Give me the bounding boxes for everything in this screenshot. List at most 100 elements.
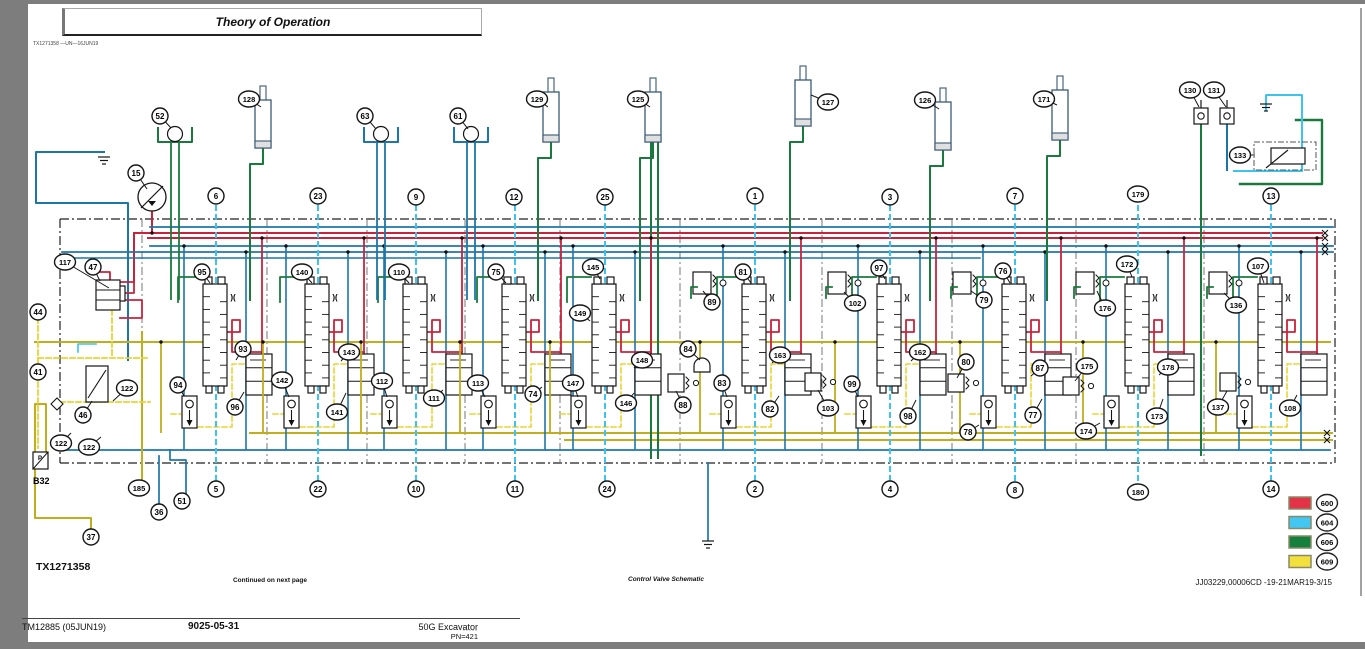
callout-24: 24 <box>599 481 615 497</box>
callout-88: 88 <box>675 397 691 413</box>
legend-item-600: 600 <box>1289 495 1338 512</box>
callout-95: 95 <box>194 264 210 280</box>
callout-63: 63 <box>357 108 373 124</box>
svg-text:13: 13 <box>1267 192 1276 201</box>
svg-text:82: 82 <box>766 405 775 414</box>
svg-text:140: 140 <box>296 268 309 277</box>
svg-text:)(: )( <box>230 293 236 302</box>
svg-text:178: 178 <box>1162 363 1175 372</box>
callout-96: 96 <box>227 399 243 415</box>
svg-text:143: 143 <box>343 348 356 357</box>
svg-text:7: 7 <box>1013 192 1018 201</box>
b32-label: B32 <box>33 476 50 486</box>
callout-142: 142 <box>272 372 293 388</box>
svg-text:122: 122 <box>55 439 68 448</box>
callout-83: 83 <box>714 375 730 391</box>
svg-text:41: 41 <box>34 368 43 377</box>
svg-text:79: 79 <box>980 296 989 305</box>
callout-128: 128 <box>239 91 260 107</box>
valve-station-179: )( <box>1074 205 1194 485</box>
svg-text:173: 173 <box>1151 412 1164 421</box>
svg-text:126: 126 <box>919 96 932 105</box>
callout-44: 44 <box>30 304 46 320</box>
callout-7: 7 <box>1007 188 1023 204</box>
callout-41: 41 <box>30 364 46 380</box>
callout-74: 74 <box>525 386 541 402</box>
svg-text:)(: )( <box>1285 293 1291 302</box>
svg-text:131: 131 <box>1208 86 1221 95</box>
callout-122: 122 <box>79 439 100 455</box>
callout-51: 51 <box>174 493 190 509</box>
svg-text:146: 146 <box>620 399 633 408</box>
svg-text:172: 172 <box>1121 260 1134 269</box>
valve-station-25: )( <box>548 205 661 485</box>
callout-22: 22 <box>310 481 326 497</box>
svg-text:)(: )( <box>1152 293 1158 302</box>
svg-text:609: 609 <box>1321 558 1334 567</box>
callout-1: 1 <box>747 188 763 204</box>
valve-station-23: )( <box>261 205 374 485</box>
svg-text:46: 46 <box>79 411 88 420</box>
svg-text:96: 96 <box>231 403 240 412</box>
svg-text:24: 24 <box>603 485 612 494</box>
svg-text:600: 600 <box>1321 499 1334 508</box>
callout-140: 140 <box>292 264 313 280</box>
callout-77: 77 <box>1025 407 1041 423</box>
callout-87: 87 <box>1032 360 1048 376</box>
valve-station-1: )( <box>691 205 811 485</box>
callout-25: 25 <box>597 189 613 205</box>
svg-text:111: 111 <box>428 394 440 403</box>
svg-text:174: 174 <box>1080 427 1093 436</box>
callout-52: 52 <box>152 108 168 124</box>
callout-46: 46 <box>75 407 91 423</box>
callout-122: 122 <box>51 435 72 451</box>
svg-text:149: 149 <box>574 309 587 318</box>
svg-text:83: 83 <box>718 379 727 388</box>
svg-text:163: 163 <box>774 351 787 360</box>
callout-173: 173 <box>1147 408 1168 424</box>
svg-text:117: 117 <box>59 258 71 267</box>
callout-89: 89 <box>704 294 720 310</box>
callout-131: 131 <box>1204 82 1225 98</box>
svg-text:25: 25 <box>601 193 610 202</box>
callout-172: 172 <box>1117 256 1138 272</box>
svg-text:37: 37 <box>87 533 96 542</box>
svg-text:52: 52 <box>156 112 165 121</box>
callout-125: 125 <box>628 91 649 107</box>
svg-text:108: 108 <box>1284 404 1297 413</box>
svg-text:142: 142 <box>276 376 289 385</box>
svg-text:8: 8 <box>1013 486 1018 495</box>
callout-127: 127 <box>818 94 839 110</box>
callout-162: 162 <box>910 344 931 360</box>
svg-text:12: 12 <box>510 193 519 202</box>
svg-text:185: 185 <box>133 484 146 493</box>
svg-text:99: 99 <box>848 380 857 389</box>
valve-station-6: )( <box>159 205 272 485</box>
svg-text:)(: )( <box>430 293 436 302</box>
svg-text:84: 84 <box>684 345 693 354</box>
svg-text:2: 2 <box>753 485 758 494</box>
callout-13: 13 <box>1263 188 1279 204</box>
svg-text:1: 1 <box>753 192 758 201</box>
callout-23: 23 <box>310 188 326 204</box>
callout-163: 163 <box>770 347 791 363</box>
callout-79: 79 <box>976 292 992 308</box>
svg-text:78: 78 <box>964 428 973 437</box>
svg-text:44: 44 <box>34 308 43 317</box>
svg-text:94: 94 <box>174 381 183 390</box>
callout-9: 9 <box>408 189 424 205</box>
callout-93: 93 <box>235 341 251 357</box>
svg-text:162: 162 <box>914 348 927 357</box>
callout-179: 179 <box>1128 186 1149 202</box>
svg-text:113: 113 <box>472 379 484 388</box>
callout-122: 122 <box>117 380 138 396</box>
legend-item-609: 609 <box>1289 553 1338 570</box>
svg-text:9: 9 <box>414 193 419 202</box>
control-valve-schematic: )()()()()()()()()()(PB325212863611291251… <box>0 0 1365 649</box>
callout-126: 126 <box>915 92 936 108</box>
callout-185: 185 <box>129 480 150 496</box>
callout-133: 133 <box>1230 147 1251 163</box>
svg-text:74: 74 <box>529 390 538 399</box>
svg-text:63: 63 <box>361 112 370 121</box>
callout-149: 149 <box>570 305 591 321</box>
